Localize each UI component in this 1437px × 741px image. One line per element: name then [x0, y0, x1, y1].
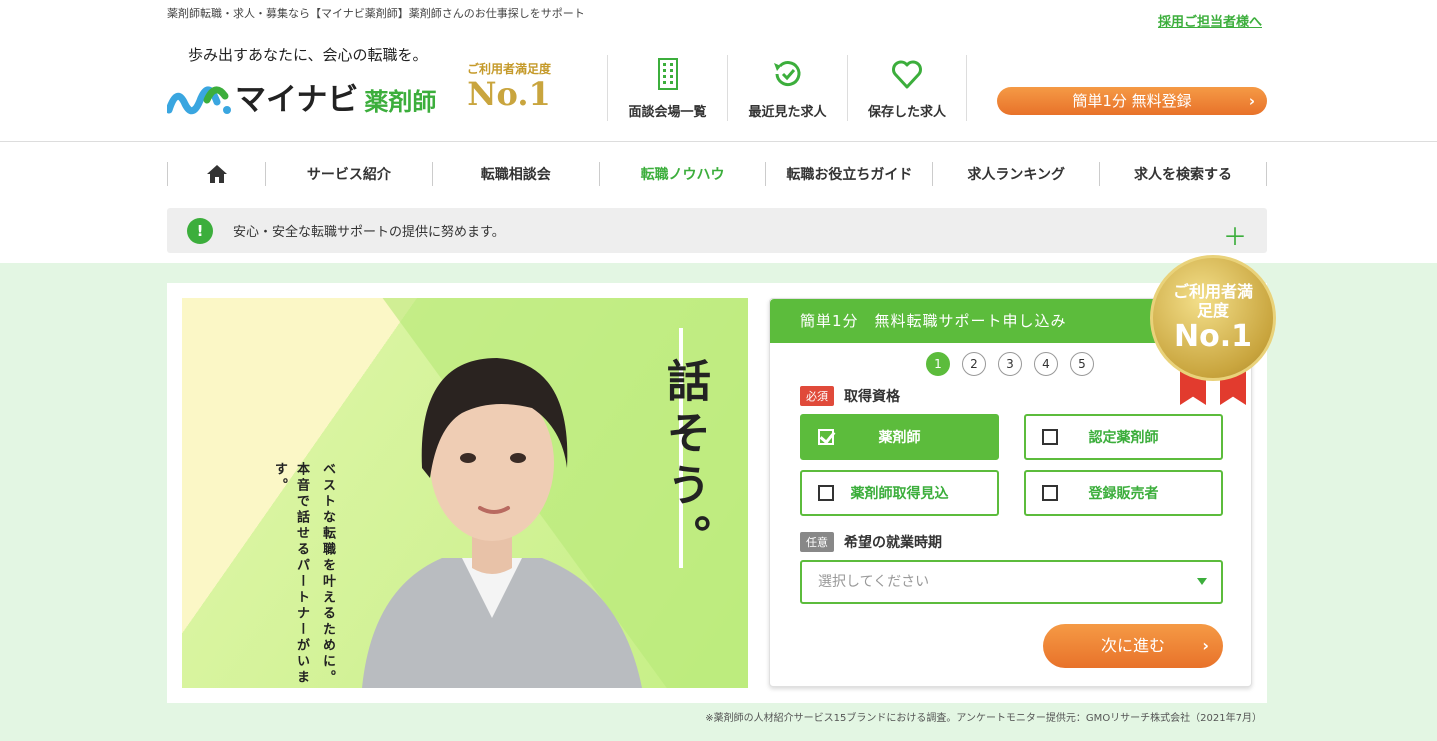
option-certified-pharmacist[interactable]: 認定薬剤師 [1024, 414, 1223, 460]
nav-service[interactable]: サービス紹介 [265, 162, 432, 186]
chevron-right-icon: › [1202, 636, 1209, 655]
venue-list-label: 面談会場一覧 [628, 105, 707, 120]
header-links: 面談会場一覧 最近見た求人 保存した求人 [607, 55, 967, 121]
checkbox-icon [1042, 429, 1058, 445]
checkbox-icon [1042, 485, 1058, 501]
option-pharmacist[interactable]: 薬剤師 [800, 414, 999, 460]
timing-select-placeholder: 選択してください [818, 574, 930, 590]
timing-select[interactable]: 選択してください [800, 560, 1223, 604]
history-icon [773, 61, 800, 87]
notice-bar[interactable]: ! 安心・安全な転職サポートの提供に努めます。 ＋ [167, 208, 1267, 253]
header-divider [0, 141, 1437, 142]
logo-subtext: 薬剤師 [364, 87, 437, 116]
option-label: 登録販売者 [1088, 486, 1159, 502]
nav-ranking[interactable]: 求人ランキング [932, 162, 1099, 186]
building-icon [657, 58, 678, 90]
option-label: 認定薬剤師 [1088, 430, 1159, 446]
satisfaction-badge: ご利用者満足度 No.1 [467, 60, 551, 112]
timing-label: 任意 希望の就業時期 [800, 532, 942, 552]
mynavi-logo-icon [167, 86, 231, 114]
medal-line1: ご利用者満足度 [1172, 282, 1253, 321]
slogan: 歩み出すあなたに、会心の転職を。 [188, 46, 428, 64]
checkbox-checked-icon [818, 429, 834, 445]
required-tag: 必須 [800, 386, 834, 406]
notice-text: 安心・安全な転職サポートの提供に努めます。 [233, 225, 505, 240]
chevron-right-icon: › [1248, 92, 1255, 110]
recent-jobs-link[interactable]: 最近見た求人 [727, 55, 847, 121]
step-3[interactable]: 3 [998, 352, 1022, 376]
hero-image: 話そう。 ベストな転職を叶えるために。 本音で話せるパートナーがいます。 [182, 298, 748, 688]
nav-search[interactable]: 求人を検索する [1099, 162, 1267, 186]
step-5[interactable]: 5 [1070, 352, 1094, 376]
register-button[interactable]: 簡単1分 無料登録 › [997, 87, 1267, 115]
site-tagline: 薬剤師転職・求人・募集なら【マイナビ薬剤師】薬剤師さんのお仕事探しをサポート [167, 7, 585, 20]
venue-list-link[interactable]: 面談会場一覧 [607, 55, 727, 121]
dropdown-arrow-icon [1197, 578, 1207, 585]
step-1[interactable]: 1 [926, 352, 950, 376]
medal-circle: ご利用者満足度 No.1 [1150, 255, 1276, 381]
option-label: 薬剤師 [878, 430, 921, 446]
checkbox-icon [818, 485, 834, 501]
heart-icon [892, 60, 922, 89]
form-steps: 1 2 3 4 5 [926, 352, 1094, 376]
satisfaction-rank: No.1 [467, 75, 551, 113]
saved-jobs-link[interactable]: 保存した求人 [847, 55, 967, 121]
nav-guide[interactable]: 転職お役立ちガイド [765, 162, 932, 186]
home-icon [206, 165, 227, 183]
register-button-label: 簡単1分 無料登録 [1072, 92, 1192, 110]
next-button-label: 次に進む [1100, 636, 1165, 655]
qualification-label: 必須 取得資格 [800, 386, 900, 406]
nav-consultation[interactable]: 転職相談会 [431, 162, 599, 186]
footnote: ※薬剤師の人材紹介サービス15ブランドにおける調査。アンケートモニター提供元：G… [705, 713, 1262, 724]
step-4[interactable]: 4 [1034, 352, 1058, 376]
satisfaction-medal: ご利用者満足度 No.1 [1150, 255, 1276, 405]
nav-knowhow[interactable]: 転職ノウハウ [598, 162, 766, 186]
site-logo[interactable]: マイナビ 薬剤師 [167, 74, 436, 119]
timing-label-text: 希望の就業時期 [844, 535, 942, 551]
hero-subcopy-2: 本音で話せるパートナーがいます。 [272, 462, 309, 686]
expand-plus-icon[interactable]: ＋ [1223, 217, 1247, 252]
global-nav: サービス紹介 転職相談会 転職ノウハウ 転職お役立ちガイド 求人ランキング 求人… [167, 162, 1267, 186]
medal-line2: No.1 [1174, 319, 1252, 355]
hero-subcopy-1: ベストな転職を叶えるために。 [320, 462, 335, 686]
option-registered-seller[interactable]: 登録販売者 [1024, 470, 1223, 516]
option-label: 薬剤師取得見込 [850, 486, 949, 502]
woman-portrait-illustration [362, 358, 642, 688]
saved-jobs-label: 保存した求人 [867, 105, 946, 120]
hero-catchphrase: 話そう。 [659, 358, 710, 566]
qualification-label-text: 取得資格 [844, 389, 900, 405]
nav-home[interactable] [167, 162, 265, 186]
recruiter-link[interactable]: 採用ご担当者様へ [1158, 11, 1262, 30]
alert-icon: ! [187, 217, 213, 244]
optional-tag: 任意 [800, 532, 834, 552]
recent-jobs-label: 最近見た求人 [748, 105, 827, 120]
logo-text: マイナビ [235, 82, 359, 118]
next-button[interactable]: 次に進む › [1043, 624, 1223, 668]
step-2[interactable]: 2 [962, 352, 986, 376]
option-pharmacist-expected[interactable]: 薬剤師取得見込 [800, 470, 999, 516]
